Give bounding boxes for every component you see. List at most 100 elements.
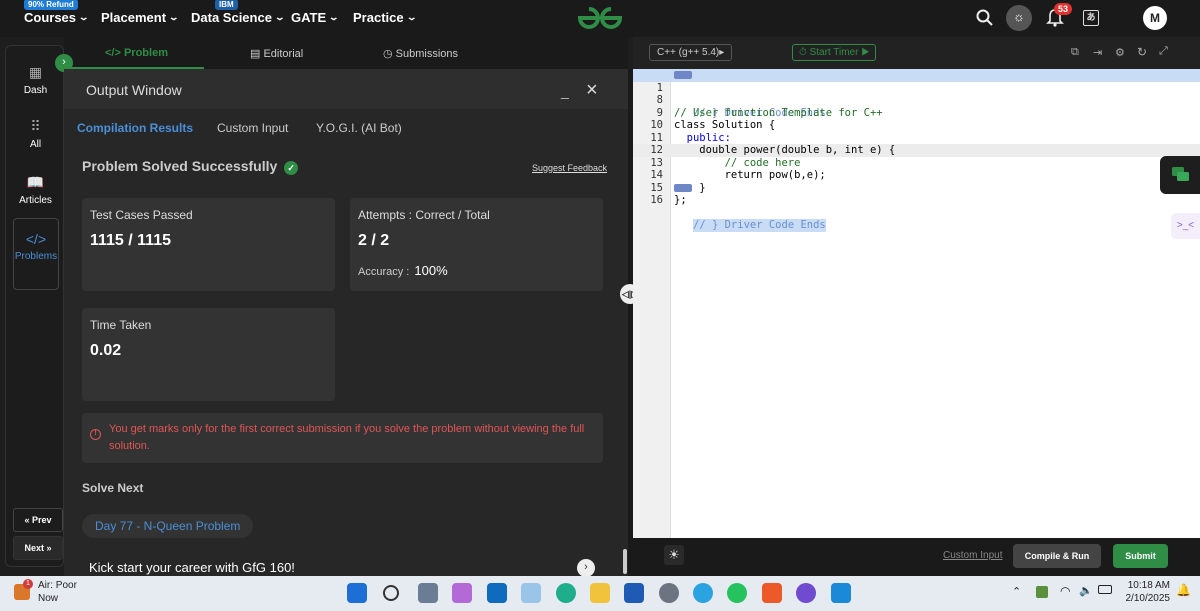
settings-icon[interactable]: [659, 583, 679, 603]
code-line: 12 // code here: [633, 132, 1200, 169]
theme-toggle-button[interactable]: ☼: [1006, 5, 1032, 31]
word-icon[interactable]: [624, 583, 644, 603]
tab-compilation-results[interactable]: Compilation Results: [77, 121, 193, 135]
output-tabs: Compilation Results Custom Input Y.O.G.I…: [64, 110, 628, 146]
scrollbar[interactable]: [623, 549, 627, 574]
tab-yogi-ai-bot[interactable]: Y.O.G.I. (AI Bot): [316, 121, 402, 135]
chevron-right-icon[interactable]: ›: [577, 559, 595, 576]
sidebar-item-articles[interactable]: 📖 Articles: [6, 174, 65, 206]
nav-placement-label: Placement: [101, 10, 167, 25]
clock-time[interactable]: 10:18 AM: [1122, 580, 1170, 591]
weather-alert-badge: 1: [23, 579, 33, 589]
refund-badge: 90% Refund: [24, 0, 78, 10]
weather-widget[interactable]: 1: [14, 579, 33, 600]
fold-marker-icon[interactable]: [674, 183, 692, 192]
code-line: 9 class Solution {: [633, 94, 1200, 132]
start-timer-button[interactable]: ⏱ Start Timer ▶: [792, 44, 877, 61]
import-icon[interactable]: ⇥: [1093, 46, 1102, 59]
close-icon[interactable]: ×: [586, 79, 598, 102]
sidebar-item-label: Dash: [23, 85, 48, 96]
lightbulb-icon[interactable]: ☀: [664, 545, 684, 565]
telegram-icon[interactable]: [693, 583, 713, 603]
brave-icon[interactable]: [762, 583, 782, 603]
check-circle-icon: ✓: [284, 161, 299, 175]
reset-icon[interactable]: ↻: [1137, 45, 1147, 59]
sidebar-item-label: Articles: [19, 195, 52, 206]
wifi-icon[interactable]: ◠: [1060, 584, 1070, 598]
github-icon[interactable]: [796, 583, 816, 603]
code-line: 16 // } Driver Code Ends: [633, 182, 1200, 232]
fold-marker-icon[interactable]: [674, 71, 692, 79]
edge-icon[interactable]: [556, 583, 576, 603]
book-icon: 📖: [26, 174, 45, 190]
tray-app-icon[interactable]: [1036, 586, 1048, 598]
windows-start-icon[interactable]: [347, 583, 367, 603]
sidebar-item-all[interactable]: ⠿ All: [6, 118, 65, 150]
problem-tabs: › </> Problem ▤ Editorial ◷ Submissions: [55, 37, 628, 72]
submit-button[interactable]: Submit: [1113, 544, 1168, 568]
minimize-icon[interactable]: _: [561, 83, 569, 99]
weather-title: Air: Poor: [38, 580, 77, 591]
volume-icon[interactable]: 🔈: [1079, 584, 1093, 597]
tray-chevron-up-icon[interactable]: ⌃: [1012, 585, 1021, 598]
compile-run-button[interactable]: Compile & Run: [1013, 544, 1101, 568]
code-text: };: [674, 194, 687, 206]
tab-submissions[interactable]: ◷ Submissions: [383, 47, 458, 60]
chevron-down-icon: ⌄: [168, 12, 180, 22]
prev-button[interactable]: « Prev: [13, 508, 63, 532]
code-line: 15 };: [633, 169, 1200, 207]
promo-text: Kick start your career with GfG 160!: [89, 560, 295, 575]
battery-icon[interactable]: [1098, 585, 1112, 594]
notification-center-icon[interactable]: 🔔: [1176, 583, 1191, 597]
nav-data-science-label: Data Science: [191, 10, 272, 25]
code-line: 14 }: [633, 157, 1200, 194]
time-taken-label: Time Taken: [90, 318, 152, 332]
nav-practice[interactable]: Practice ⌄: [353, 10, 418, 25]
next-problem-chip[interactable]: Day 77 - N-Queen Problem: [82, 514, 254, 538]
translate-icon[interactable]: あ: [1083, 10, 1099, 26]
next-button[interactable]: Next »: [13, 536, 63, 560]
tab-editorial[interactable]: ▤ Editorial: [250, 47, 303, 60]
code-line: 13 return pow(b,e);: [633, 144, 1200, 182]
warning-text: You get marks only for the first correct…: [109, 423, 585, 452]
outlook-icon[interactable]: [487, 583, 507, 603]
search-icon[interactable]: [383, 585, 399, 601]
grid-icon: ⠿: [30, 118, 41, 134]
fullscreen-icon[interactable]: ⤢: [1159, 45, 1168, 58]
store-icon[interactable]: [521, 583, 541, 603]
language-select[interactable]: C++ (g++ 5.4)▸: [649, 44, 733, 61]
sidebar-item-problems[interactable]: </> Problems: [13, 218, 59, 290]
chevron-down-icon: ⌄: [405, 12, 418, 22]
nav-placement[interactable]: Placement ⌄: [101, 10, 180, 25]
clock-date[interactable]: 2/10/2025: [1118, 593, 1171, 604]
nav-gate[interactable]: GATE ⌄: [291, 10, 340, 25]
suggest-feedback-link[interactable]: Suggest Feedback: [532, 163, 607, 173]
custom-input-link[interactable]: Custom Input: [943, 550, 1002, 561]
code-line: 1 // } Driver Code Ends: [633, 69, 1200, 119]
language-value: C++ (g++ 5.4): [657, 47, 720, 58]
chevron-down-icon: ⌄: [78, 12, 90, 22]
nav-data-science[interactable]: IBM Data Science ⌄: [191, 0, 285, 25]
notifications-button[interactable]: 53: [1046, 3, 1073, 33]
tab-problem[interactable]: </> Problem: [105, 47, 168, 59]
search-icon[interactable]: [976, 9, 994, 27]
tab-custom-input[interactable]: Custom Input: [217, 121, 288, 135]
code-icon: </>: [25, 231, 47, 247]
gfg-logo[interactable]: [576, 5, 624, 31]
file-explorer-icon[interactable]: [590, 583, 610, 603]
settings-icon[interactable]: ⚙: [1115, 46, 1125, 59]
vscode-icon[interactable]: [831, 583, 851, 603]
code-editor[interactable]: 1 // } Driver Code Ends 8 // User functi…: [633, 69, 1200, 538]
nav-courses[interactable]: 90% Refund Courses ⌄: [24, 0, 90, 25]
ibm-badge: IBM: [215, 0, 238, 10]
copy-icon[interactable]: ⧉: [1071, 46, 1079, 59]
avatar[interactable]: M: [1143, 6, 1167, 30]
code-line: 8 // User function Template for C++: [633, 82, 1200, 119]
chevron-down-icon: ⌄: [328, 12, 340, 22]
chat-button[interactable]: [1160, 156, 1200, 194]
ai-assist-icon[interactable]: >_<: [1171, 213, 1200, 239]
copilot-icon[interactable]: [452, 583, 472, 603]
timer-icon: ⏱: [799, 47, 810, 58]
whatsapp-icon[interactable]: [727, 583, 747, 603]
task-view-icon[interactable]: [418, 583, 438, 603]
